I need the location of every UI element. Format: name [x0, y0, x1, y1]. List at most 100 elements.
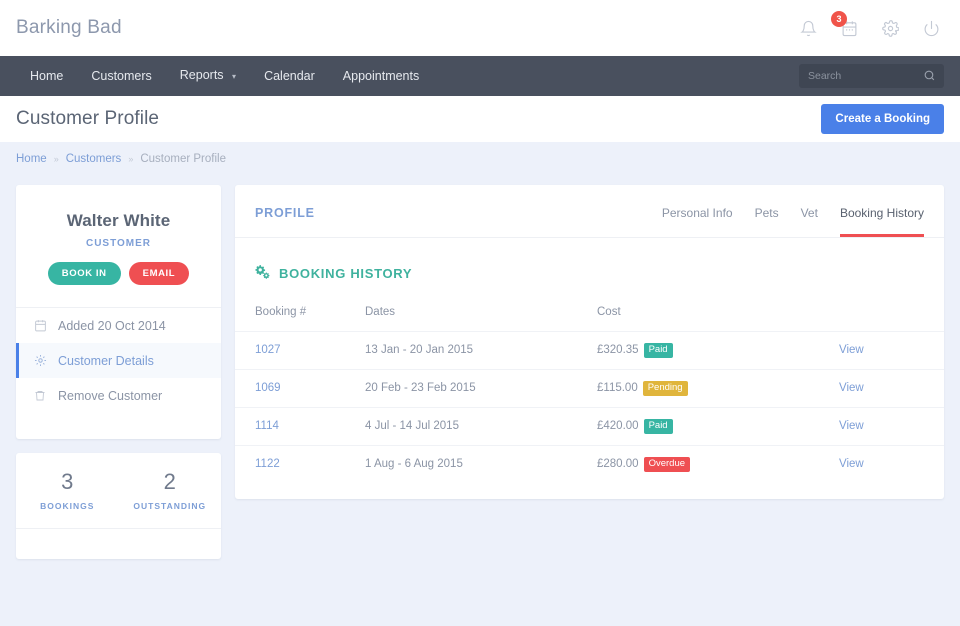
customer-menu: Added 20 Oct 2014 Customer Details Remov… [16, 307, 221, 439]
book-in-button[interactable]: BOOK IN [47, 262, 121, 285]
search-box[interactable] [799, 64, 944, 88]
stat-label: OUTSTANDING [133, 501, 207, 511]
customer-role-label: CUSTOMER [85, 238, 152, 249]
customer-stats-card: 3 BOOKINGS 2 OUTSTANDING [16, 453, 221, 559]
email-button[interactable]: EMAIL [128, 262, 190, 285]
calendar-badge-count: 3 [831, 11, 847, 27]
customer-menu-spacer [16, 413, 221, 439]
status-badge: Paid [643, 343, 673, 358]
calendar-icon [33, 319, 47, 333]
booking-cost: £320.35 [597, 344, 639, 356]
tab-booking-history[interactable]: Booking History [839, 206, 924, 237]
tab-personal-info[interactable]: Personal Info [662, 206, 733, 237]
tab-label: Booking History [839, 206, 924, 220]
nav-label: Reports [179, 68, 224, 82]
tab-label: Pets [754, 206, 779, 220]
tab-label: Personal Info [661, 206, 733, 220]
stat-value: 3 [61, 469, 74, 494]
main-navigation: Home Customers Reports ▾ Calendar Appoin… [0, 56, 960, 96]
table-row: 1027 13 Jan - 20 Jan 2015 £320.35 Paid Vi… [235, 331, 944, 370]
booking-number-link[interactable]: 1027 [255, 344, 281, 356]
sidebar-item-remove-customer[interactable]: Remove Customer [16, 378, 221, 413]
booking-dates: 13 Jan - 20 Jan 2015 [365, 344, 474, 357]
customer-actions: BOOK IN EMAIL [16, 262, 221, 285]
sidebar-item-label: Remove Customer [58, 388, 163, 403]
power-icon[interactable] [920, 17, 942, 39]
view-booking-link[interactable]: View [839, 344, 864, 356]
nav-item-reports[interactable]: Reports ▾ [166, 55, 250, 97]
gear-icon [33, 354, 47, 368]
view-booking-link[interactable]: View [839, 458, 864, 470]
tab-label: Vet [800, 206, 818, 220]
top-bar: Barking Bad 3 [0, 0, 960, 56]
view-booking-link[interactable]: View [839, 382, 864, 394]
create-booking-button[interactable]: Create a Booking [821, 104, 944, 134]
view-booking-link[interactable]: View [839, 420, 864, 432]
bell-icon[interactable] [797, 17, 819, 39]
booking-dates: 1 Aug - 6 Aug 2015 [365, 458, 463, 471]
status-badge: Paid [643, 418, 673, 434]
customer-name: Walter White [66, 211, 171, 230]
section-header: BOOKING HISTORY [235, 238, 944, 282]
booking-cost: £420.00 [597, 419, 639, 432]
nav-item-appointments[interactable]: Appointments [329, 56, 433, 96]
status-badge: Overdue [643, 456, 691, 472]
column-header-cost: Cost [597, 306, 621, 318]
trash-icon [33, 389, 47, 403]
customer-added-date: Added 20 Oct 2014 [58, 318, 166, 333]
booking-history-table: Booking # Dates Cost 1027 13 Jan - 20 Ja… [235, 300, 944, 483]
gear-icon[interactable] [879, 17, 901, 39]
nav-label: Appointments [342, 69, 420, 83]
breadcrumb-separator: » [53, 154, 59, 164]
table-row: 1069 20 Feb - 23 Feb 2015 £115.00 Pending… [235, 368, 944, 408]
stats-row: 3 BOOKINGS 2 OUTSTANDING [16, 469, 222, 512]
stat-bookings: 3 BOOKINGS [16, 469, 119, 512]
stat-label: BOOKINGS [40, 501, 95, 511]
sidebar-item-customer-details[interactable]: Customer Details [16, 343, 221, 378]
tab-vet[interactable]: Vet [801, 206, 818, 237]
panel-header: PROFILE Personal Info Pets Vet Booking H… [235, 185, 944, 238]
column-header-dates: Dates [365, 306, 396, 318]
stat-outstanding: 2 OUTSTANDING [119, 469, 222, 512]
profile-panel: PROFILE Personal Info Pets Vet Booking H… [235, 185, 944, 499]
page-title: Customer Profile [16, 108, 160, 129]
booking-cost: £280.00 [597, 457, 639, 470]
search-icon [923, 69, 936, 87]
booking-cost: £115.00 [597, 381, 638, 394]
booking-number-link[interactable]: 1114 [255, 420, 279, 432]
tab-pets[interactable]: Pets [755, 206, 779, 237]
page-header: Customer Profile Create a Booking [0, 96, 960, 142]
table-header-row: Booking # Dates Cost [235, 300, 944, 332]
table-head: Booking # Dates Cost [235, 300, 944, 332]
table-row: 1122 1 Aug - 6 Aug 2015 £280.00 Overdue V… [235, 444, 944, 483]
status-badge: Pending [642, 380, 688, 396]
booking-dates: 4 Jul - 14 Jul 2015 [365, 420, 459, 433]
booking-number-link[interactable]: 1122 [255, 458, 280, 470]
breadcrumb-item-customers[interactable]: Customers [66, 153, 122, 165]
nav-item-customers[interactable]: Customers [77, 56, 165, 96]
calendar-icon[interactable]: 3 [831, 11, 860, 39]
nav-label: Customers [91, 69, 152, 83]
panel-title: PROFILE [255, 206, 315, 220]
nav-item-calendar[interactable]: Calendar [250, 56, 329, 96]
nav-item-home[interactable]: Home [16, 56, 77, 96]
sidebar: Walter White CUSTOMER BOOK IN EMAIL Adde… [16, 185, 221, 559]
top-bar-icons: 3 [797, 11, 942, 39]
booking-dates: 20 Feb - 23 Feb 2015 [365, 382, 476, 395]
main-content: PROFILE Personal Info Pets Vet Booking H… [235, 185, 944, 499]
sidebar-item-label: Customer Details [58, 353, 154, 368]
breadcrumb-item-home[interactable]: Home [16, 153, 47, 165]
page-body: Walter White CUSTOMER BOOK IN EMAIL Adde… [0, 176, 960, 559]
table-row: 1114 4 Jul - 14 Jul 2015 £420.00 Paid Vie… [235, 406, 944, 446]
stats-card-footer [16, 528, 221, 559]
column-header-booking-number: Booking # [255, 306, 307, 318]
customer-added-date-row: Added 20 Oct 2014 [16, 308, 221, 343]
stat-value: 2 [163, 469, 176, 494]
breadcrumb: Home » Customers » Customer Profile [0, 142, 960, 176]
breadcrumb-item-current: Customer Profile [140, 153, 226, 165]
breadcrumb-separator: » [128, 154, 134, 164]
customer-profile-card: Walter White CUSTOMER BOOK IN EMAIL Adde… [16, 185, 221, 439]
booking-number-link[interactable]: 1069 [255, 382, 281, 394]
chevron-down-icon: ▾ [232, 72, 237, 81]
table-body: 1027 13 Jan - 20 Jan 2015 £320.35 Paid Vi… [235, 331, 944, 483]
